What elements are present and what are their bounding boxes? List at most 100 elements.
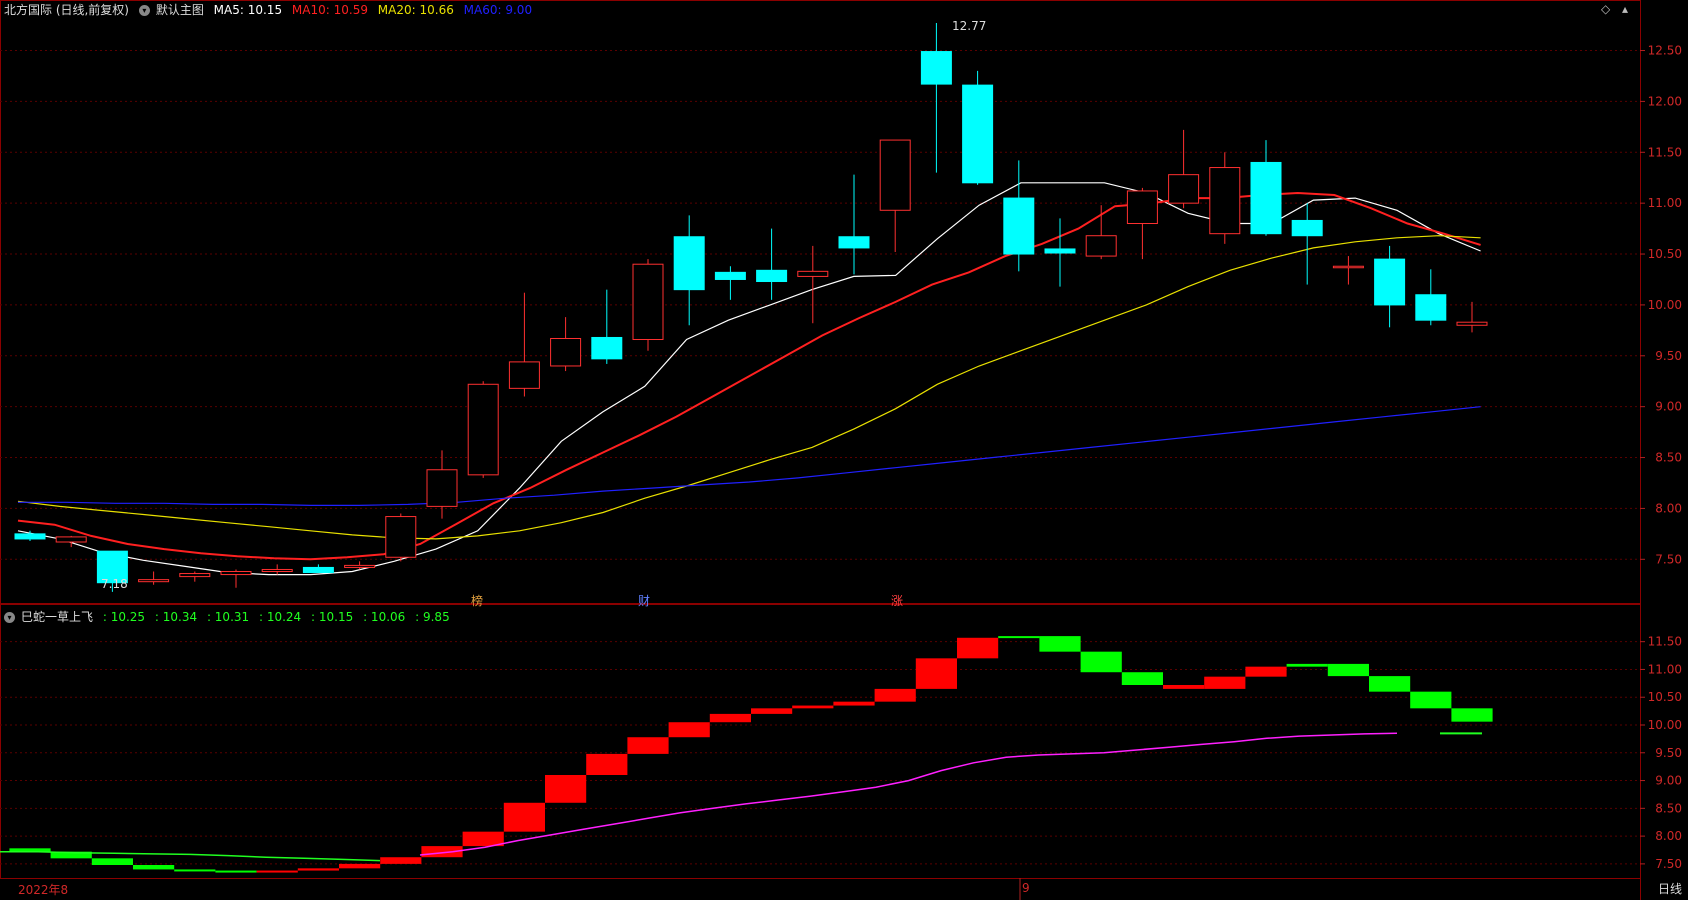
candle-body: [1291, 219, 1323, 237]
ma5-label: MA5: 10.15: [213, 3, 283, 17]
candle-body: [838, 236, 870, 249]
sub-pane-frame: [0, 604, 1641, 879]
candle-body: [1085, 235, 1117, 257]
indicator-settings-icon[interactable]: ▾: [4, 612, 15, 623]
candle-body: [714, 271, 746, 280]
indicator-name[interactable]: 巳蛇一草上飞: [21, 610, 93, 624]
candle-body: [797, 270, 829, 277]
candle-body: [508, 361, 540, 389]
y-tick-label: 9.00: [1655, 400, 1682, 414]
candle-body: [385, 516, 417, 558]
main-label[interactable]: 默认主图: [156, 3, 204, 17]
y-tick-label: 8.50: [1655, 801, 1682, 815]
step-block: [709, 713, 751, 723]
y-tick-label: 9.00: [1655, 774, 1682, 788]
y-tick-label: 12.50: [1648, 44, 1682, 58]
y-tick-label: 11.50: [1648, 635, 1682, 649]
ma20-label: MA20: 10.66: [377, 3, 454, 17]
step-block: [545, 775, 587, 803]
ma10-label: MA10: 10.59: [291, 3, 368, 17]
step-block: [1286, 663, 1328, 667]
step-block: [1369, 676, 1411, 692]
step-block: [1039, 636, 1081, 652]
y-tick-label: 9.50: [1655, 746, 1682, 760]
event-tag-zhang[interactable]: 涨: [891, 592, 903, 609]
y-tick-label: 9.50: [1655, 349, 1682, 363]
step-block: [297, 868, 339, 871]
candle-body: [138, 579, 170, 583]
step-block: [1327, 663, 1369, 677]
y-tick-label: 8.00: [1655, 829, 1682, 843]
step-block: [915, 658, 957, 689]
step-block: [503, 802, 545, 832]
candle-body: [1126, 190, 1158, 225]
step-block: [998, 636, 1040, 639]
period-button[interactable]: 日线: [1658, 880, 1682, 897]
event-tag-cai[interactable]: 财: [638, 592, 650, 609]
candle-body: [1332, 265, 1364, 269]
ma-line-ma20: [17, 235, 1481, 540]
step-block: [1080, 651, 1122, 673]
y-tick-label: 12.00: [1648, 94, 1682, 108]
candle-body: [1044, 248, 1076, 254]
chevron-up-icon[interactable]: ▴: [1622, 2, 1628, 16]
ma60-label: MA60: 9.00: [463, 3, 533, 17]
step-block: [957, 637, 999, 659]
y-tick-label: 11.00: [1648, 662, 1682, 676]
y-tick-label: 10.00: [1648, 298, 1682, 312]
candle-body: [756, 269, 788, 283]
ma-line-ma60: [18, 406, 1481, 506]
settings-icon[interactable]: ▾: [138, 5, 150, 16]
diamond-icon[interactable]: ◇: [1601, 2, 1610, 16]
candle-body: [261, 568, 293, 573]
step-block: [174, 869, 216, 872]
y-tick-label: 7.50: [1655, 857, 1682, 871]
candle-body: [1250, 161, 1282, 235]
sub-header: ▾ 巳蛇一草上飞 : 10.25 : 10.34 : 10.31 : 10.24 …: [4, 608, 456, 625]
step-block: [1451, 708, 1493, 722]
candle-body: [1209, 167, 1241, 235]
candle-body: [550, 337, 582, 367]
event-tag-bang[interactable]: 榜: [471, 592, 483, 609]
indicator-value: : 10.06: [363, 610, 406, 624]
step-block: [792, 705, 834, 709]
step-block: [1410, 691, 1452, 709]
candle-body: [467, 383, 499, 476]
step-block: [133, 865, 175, 870]
step-block: [256, 870, 298, 873]
main-header: 北方国际 (日线,前复权) ▾ 默认主图 MA5: 10.15 MA10: 10.…: [4, 1, 538, 18]
step-block: [586, 753, 628, 775]
candle-body: [302, 566, 334, 574]
y-tick-label: 8.50: [1655, 451, 1682, 465]
candle-body: [632, 263, 664, 341]
step-block: [668, 722, 710, 738]
candle-body: [1374, 258, 1406, 306]
y-tick-label: 7.50: [1655, 552, 1682, 566]
candle-body: [14, 533, 46, 540]
candle-body: [220, 571, 252, 576]
candle-body: [179, 573, 211, 578]
y-tick-label: 10.50: [1648, 690, 1682, 704]
candle-body: [1168, 174, 1200, 204]
step-block: [1204, 676, 1246, 689]
candle-body: [344, 564, 376, 568]
step-block: [1163, 685, 1205, 689]
step-block: [874, 688, 916, 702]
step-block: [91, 858, 133, 865]
candle-body: [591, 336, 623, 360]
indicator-value: : 10.25: [102, 610, 146, 624]
step-block: [1121, 672, 1163, 685]
candle-body: [1003, 197, 1035, 255]
y-tick-label: 10.00: [1648, 718, 1682, 732]
stock-title[interactable]: 北方国际 (日线,前复权): [4, 3, 129, 17]
candle-body: [673, 236, 705, 291]
indicator-value: : 9.85: [415, 610, 450, 624]
date-start: 2022年8: [18, 883, 69, 897]
step-block: [380, 857, 422, 864]
date-mid: 9: [1022, 881, 1030, 895]
candle-body: [920, 51, 952, 85]
candle-body: [1456, 321, 1488, 326]
step-block: [627, 737, 669, 754]
indicator-value: : 10.24: [258, 610, 302, 624]
candle-body: [426, 469, 458, 507]
